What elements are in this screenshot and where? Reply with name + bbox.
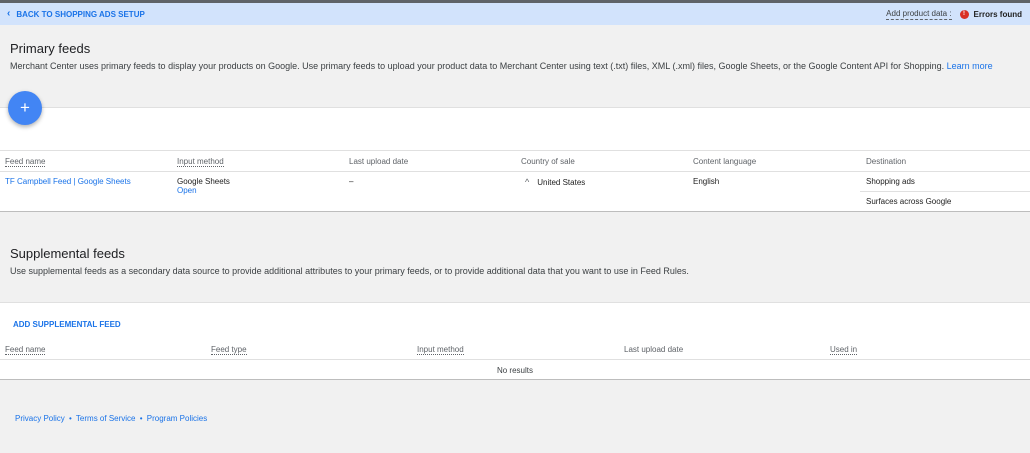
col-used-in[interactable]: Used in xyxy=(830,345,858,355)
col-input-method[interactable]: Input method xyxy=(417,345,464,355)
col-content-language: Content language xyxy=(693,157,757,166)
primary-feeds-description: Merchant Center uses primary feeds to di… xyxy=(10,61,1015,72)
add-supplemental-feed-button[interactable]: ADD SUPPLEMENTAL FEED xyxy=(13,320,121,329)
error-status-text: Errors found xyxy=(973,9,1022,19)
destination-label: Shopping ads xyxy=(866,177,915,186)
footer-separator: • xyxy=(69,414,72,423)
col-input-method[interactable]: Input method xyxy=(177,157,224,167)
footer-links: Privacy Policy • Terms of Service • Prog… xyxy=(15,414,207,423)
language-value: English xyxy=(693,177,720,186)
chevron-left-icon: ‹ xyxy=(7,8,11,19)
col-country-of-sale: Country of sale xyxy=(521,157,575,166)
col-feed-name[interactable]: Feed name xyxy=(5,345,46,355)
destination-shopping-ads: Shopping ads xyxy=(860,172,1030,192)
supplemental-feeds-panel: Feed name Feed type Input method Last up… xyxy=(0,302,1030,380)
primary-feeds-title: Primary feeds xyxy=(10,41,91,56)
col-last-upload-date: Last upload date xyxy=(349,157,409,166)
col-destination: Destination xyxy=(866,157,907,166)
terms-of-service-link[interactable]: Terms of Service xyxy=(76,414,136,423)
feed-name-link[interactable]: TF Campbell Feed | Google Sheets xyxy=(5,177,131,186)
back-button-label: BACK TO SHOPPING ADS SETUP xyxy=(16,9,145,19)
col-feed-name[interactable]: Feed name xyxy=(5,157,46,167)
supplemental-table-header: Feed name Feed type Input method Last up… xyxy=(0,338,1030,360)
primary-table-header: Feed name Input method Last upload date … xyxy=(0,150,1030,172)
learn-more-link[interactable]: Learn more xyxy=(947,61,993,71)
open-sheet-link[interactable]: Open xyxy=(177,186,197,195)
footer-separator: • xyxy=(139,414,143,423)
destination-label: Surfaces across Google xyxy=(866,197,952,206)
privacy-policy-link[interactable]: Privacy Policy xyxy=(15,414,65,423)
back-button[interactable]: ‹ BACK TO SHOPPING ADS SETUP xyxy=(7,9,145,19)
add-product-data-link[interactable]: Add product data : xyxy=(886,9,952,20)
col-last-upload-date: Last upload date xyxy=(624,345,684,354)
empty-state: No results xyxy=(496,366,533,375)
input-method-value: Google Sheets xyxy=(177,177,230,186)
primary-feeds-panel: Feed name Input method Last upload date … xyxy=(0,107,1030,212)
primary-description-text: Merchant Center uses primary feeds to di… xyxy=(10,61,947,71)
country-value: ^ United States xyxy=(525,177,585,187)
program-policies-link[interactable]: Program Policies xyxy=(147,414,207,423)
chevron-up-icon[interactable]: ^ xyxy=(525,177,529,187)
plus-icon: + xyxy=(20,98,30,117)
add-primary-feed-button[interactable]: + xyxy=(8,91,42,125)
supplemental-feeds-description: Use supplemental feeds as a secondary da… xyxy=(10,266,689,276)
col-feed-type[interactable]: Feed type xyxy=(211,345,247,355)
supplemental-feeds-title: Supplemental feeds xyxy=(10,246,125,261)
error-icon: ! xyxy=(959,9,969,19)
country-text: United States xyxy=(537,178,586,187)
status-area: Add product data : ! Errors found xyxy=(886,9,1022,20)
top-bar: ‹ BACK TO SHOPPING ADS SETUP Add product… xyxy=(0,3,1030,25)
last-upload-value: – xyxy=(349,177,354,186)
destination-surfaces: Surfaces across Google xyxy=(860,192,1030,212)
